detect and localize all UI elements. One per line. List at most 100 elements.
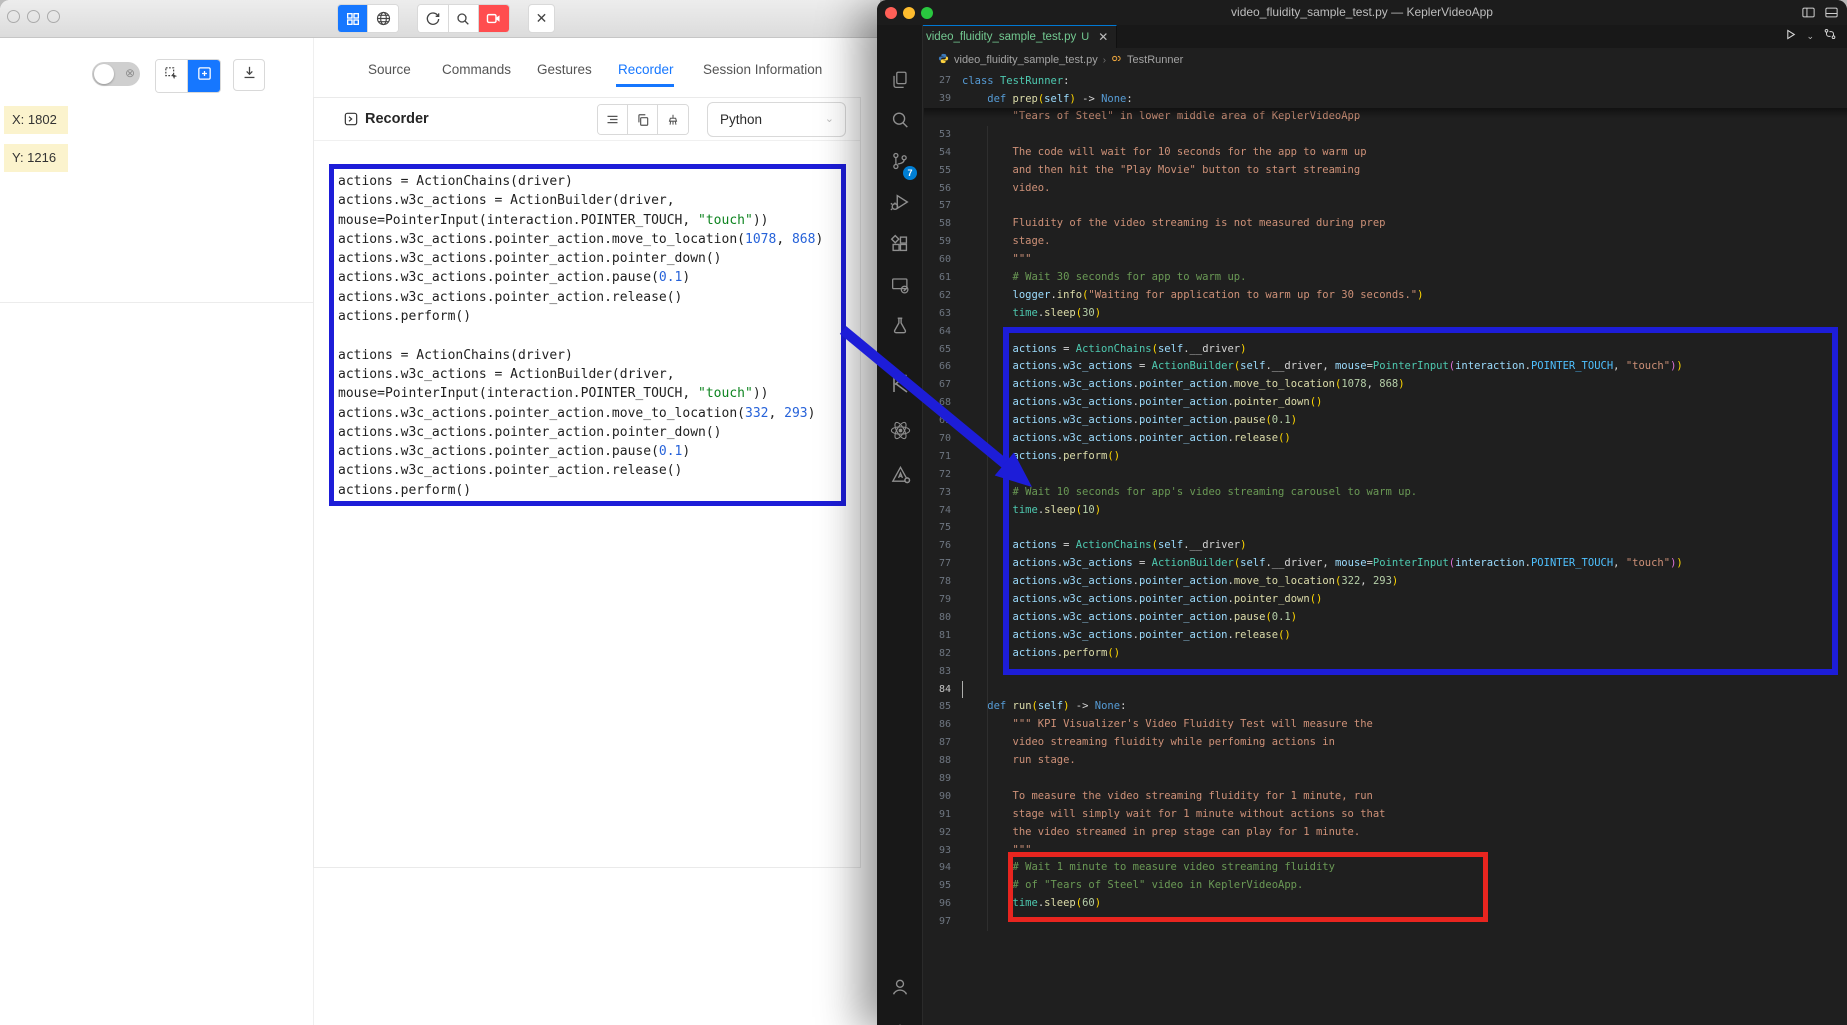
code-line: actions.w3c_actions.pointer_action.point…	[338, 249, 841, 268]
tab-close-icon[interactable]: ✕	[1098, 30, 1108, 44]
code-line-96: 96time.sleep(60)	[924, 895, 1847, 913]
code-line-67: 67actions.w3c_actions.pointer_action.mov…	[924, 376, 1847, 394]
breadcrumb: video_fluidity_sample_test.py › TestRunn…	[923, 48, 1847, 72]
chevron-down-icon: ⌄	[825, 103, 834, 136]
atom-icon[interactable]	[877, 413, 923, 447]
code-line-94: 94# Wait 1 minute to measure video strea…	[924, 859, 1847, 877]
kite-k-icon[interactable]	[877, 366, 923, 400]
code-line-78: 78actions.w3c_actions.pointer_action.mov…	[924, 573, 1847, 591]
refresh-icon	[425, 11, 441, 27]
tab-session-information[interactable]: Session Information	[703, 58, 822, 82]
code-line-54: 54The code will wait for 10 seconds for …	[924, 144, 1847, 162]
code-line-66: 66actions.w3c_actions = ActionBuilder(se…	[924, 358, 1847, 376]
breadcrumb-symbol[interactable]: TestRunner	[1127, 54, 1183, 66]
vscode-window: video_fluidity_sample_test.py — KeplerVi…	[877, 0, 1847, 1025]
explorer-icon[interactable]	[877, 63, 923, 97]
run-dropdown-chevron-icon[interactable]: ⌄	[1806, 31, 1814, 42]
editor-code[interactable]: "Tears of Steel" in lower middle area of…	[924, 108, 1847, 931]
search-icon[interactable]	[877, 103, 923, 137]
view-mode-group	[337, 4, 399, 33]
tab-gestures[interactable]: Gestures	[537, 58, 592, 82]
close-icon: ✕	[536, 10, 548, 27]
show-boilerplate-icon[interactable]	[598, 105, 628, 134]
window-minimize-button[interactable]	[27, 10, 40, 23]
grid-view-button[interactable]	[338, 4, 368, 33]
record-button[interactable]	[479, 4, 509, 33]
account-icon[interactable]	[877, 970, 923, 1004]
python-file-icon	[938, 53, 949, 67]
code-line-70: 70actions.w3c_actions.pointer_action.rel…	[924, 430, 1847, 448]
code-line-82: 82actions.perform()	[924, 645, 1847, 663]
window-zoom-button[interactable]	[47, 10, 60, 23]
sticky-scroll[interactable]: 27class TestRunner:39def prep(self) -> N…	[924, 72, 1847, 108]
settings-icon[interactable]	[877, 1016, 923, 1025]
clear-icon[interactable]	[658, 105, 688, 134]
remote-icon[interactable]	[877, 268, 923, 302]
code-line-60: 60"""	[924, 251, 1847, 269]
testing-icon[interactable]	[877, 309, 923, 343]
code-line-65: 65actions = ActionChains(self.__driver)	[924, 341, 1847, 359]
run-debug-icon[interactable]	[877, 185, 923, 219]
tab-recorder[interactable]: Recorder	[618, 58, 674, 82]
pylance-icon[interactable]	[877, 457, 923, 491]
open-changes-icon[interactable]	[1823, 27, 1837, 46]
code-line-77: 77actions.w3c_actions = ActionBuilder(se…	[924, 555, 1847, 573]
toggle-sidebar-icon[interactable]	[1801, 5, 1816, 25]
tab-source[interactable]: Source	[368, 58, 411, 82]
copy-icon[interactable]	[628, 105, 658, 134]
code-line: actions.w3c_actions.pointer_action.move_…	[338, 230, 841, 249]
window-close-button[interactable]	[7, 10, 20, 23]
video-camera-icon	[485, 10, 502, 27]
code-line: actions.w3c_actions = ActionBuilder(driv…	[338, 191, 841, 210]
code-line-92: 92the video streamed in prep stage can p…	[924, 824, 1847, 842]
search-button[interactable]	[449, 4, 479, 33]
run-python-file-icon[interactable]	[1784, 28, 1797, 46]
language-select-value: Python	[720, 112, 762, 127]
editor-tab-bar: video_fluidity_sample_test.py U ✕ ⌄	[923, 25, 1847, 48]
code-line: actions.w3c_actions.pointer_action.pause…	[338, 442, 841, 461]
code-line-81: 81actions.w3c_actions.pointer_action.rel…	[924, 627, 1847, 645]
tab-video-fluidity-sample-test[interactable]: video_fluidity_sample_test.py U ✕	[902, 25, 1117, 48]
code-line-75: 75	[924, 519, 1847, 537]
extensions-icon[interactable]	[877, 227, 923, 261]
code-line-84: 84	[924, 681, 1847, 699]
refresh-button[interactable]	[419, 4, 449, 33]
code-line-69: 69actions.w3c_actions.pointer_action.pau…	[924, 412, 1847, 430]
code-line: actions.w3c_actions.pointer_action.relea…	[338, 461, 841, 480]
tab-modified-badge: U	[1081, 31, 1089, 43]
scm-badge: 7	[903, 166, 917, 180]
recorder-panel-header: Recorder Python ⌄	[314, 98, 860, 141]
tab-commands[interactable]: Commands	[442, 58, 511, 82]
tab-filename: video_fluidity_sample_test.py	[926, 31, 1076, 43]
breadcrumb-file[interactable]: video_fluidity_sample_test.py	[954, 54, 1098, 66]
language-select[interactable]: Python ⌄	[707, 102, 846, 137]
code-line-59: 59stage.	[924, 233, 1847, 251]
globe-icon	[375, 10, 392, 27]
web-view-button[interactable]	[368, 4, 398, 33]
code-line-87: 87video streaming fluidity while perfomi…	[924, 734, 1847, 752]
toggle-panel-icon[interactable]	[1824, 5, 1839, 25]
quit-session-button[interactable]: ✕	[528, 4, 555, 33]
code-line-85: 85def run(self) -> None:	[924, 698, 1847, 716]
session-actions-group	[417, 4, 510, 33]
recorded-code[interactable]: actions = ActionChains(driver)actions.w3…	[338, 172, 841, 500]
inspector-tabs: Source Commands Gestures Recorder Session In…	[0, 58, 880, 86]
grid-icon	[345, 11, 361, 27]
code-line-58: 58Fluidity of the video streaming is not…	[924, 215, 1847, 233]
code-line-88: 88run stage.	[924, 752, 1847, 770]
code-line: actions.perform()	[338, 481, 841, 500]
pointer-x-readout: X: 1802	[4, 106, 68, 134]
code-line-86: 86""" KPI Visualizer's Video Fluidity Te…	[924, 716, 1847, 734]
code-line-56: 56video.	[924, 180, 1847, 198]
code-line-62: 62logger.info("Waiting for application t…	[924, 287, 1847, 305]
code-line-79: 79actions.w3c_actions.pointer_action.poi…	[924, 591, 1847, 609]
editor-actions: ⌄	[1784, 25, 1837, 48]
vscode-window-title: video_fluidity_sample_test.py — KeplerVi…	[877, 0, 1847, 25]
code-line-63: 63time.sleep(30)	[924, 305, 1847, 323]
code-line: actions = ActionChains(driver)	[338, 346, 841, 365]
recorder-panel: Recorder Python ⌄ actions = ActionChains…	[313, 97, 861, 868]
code-line	[338, 326, 841, 345]
vscode-titlebar: video_fluidity_sample_test.py — KeplerVi…	[877, 0, 1847, 25]
source-control-icon[interactable]: 7	[877, 144, 923, 178]
code-line: actions = ActionChains(driver)	[338, 172, 841, 191]
